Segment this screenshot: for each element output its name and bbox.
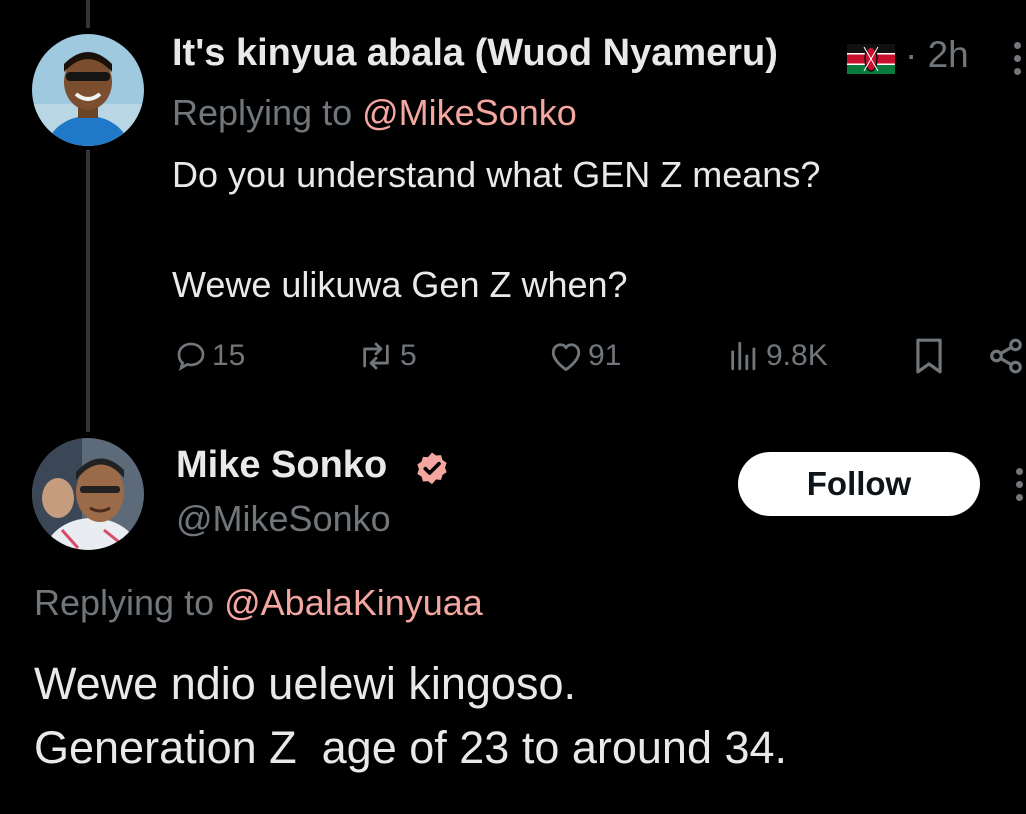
- share-button[interactable]: [986, 336, 1026, 376]
- repost-icon: [363, 342, 389, 370]
- thread-line-top: [86, 0, 90, 28]
- mention-link[interactable]: @AbalaKinyuaa: [224, 582, 483, 623]
- like-count: 91: [588, 339, 622, 372]
- avatar[interactable]: [32, 438, 144, 550]
- reply-button[interactable]: 15: [174, 336, 245, 376]
- more-options-icon[interactable]: [1014, 42, 1024, 78]
- author-handle[interactable]: @MikeSonko: [176, 498, 391, 540]
- repost-button[interactable]: 5: [356, 336, 417, 376]
- more-options-icon[interactable]: [1016, 468, 1023, 507]
- reply-icon: [177, 342, 205, 371]
- replying-prefix: Replying to: [172, 92, 363, 133]
- verified-badge-icon: [412, 450, 452, 490]
- replying-to-line: Replying to @AbalaKinyuaa: [34, 582, 483, 624]
- bookmark-button[interactable]: [912, 336, 946, 376]
- views-icon: [731, 341, 756, 371]
- reply-count: 15: [212, 339, 246, 372]
- follow-button[interactable]: Follow: [738, 452, 980, 516]
- share-icon: [990, 338, 1022, 374]
- heart-icon: [551, 343, 581, 371]
- view-count: 9.8K: [766, 339, 828, 372]
- tweet-text-line2: Wewe ulikuwa Gen Z when?: [172, 264, 628, 305]
- mention-link[interactable]: @MikeSonko: [362, 92, 577, 133]
- repost-count: 5: [400, 339, 417, 372]
- replying-to-line: Replying to @MikeSonko: [172, 92, 577, 134]
- bookmark-icon: [916, 338, 942, 374]
- replying-prefix: Replying to: [34, 582, 225, 623]
- author-name[interactable]: Mike Sonko: [176, 444, 387, 487]
- avatar[interactable]: [32, 34, 144, 146]
- tweet-text-line1: Wewe ndio uelewi kingoso.: [34, 658, 576, 709]
- like-button[interactable]: 91: [548, 336, 621, 376]
- tweet-text-line2: Generation Z age of 23 to around 34.: [34, 722, 788, 773]
- tweet-text-line1: Do you understand what GEN Z means?: [172, 154, 821, 195]
- author-name[interactable]: It's kinyua abala (Wuod Nyameru): [172, 32, 778, 75]
- views-button[interactable]: 9.8K: [726, 336, 828, 376]
- tweet-time[interactable]: · 2h: [905, 34, 969, 76]
- kenya-flag-icon: [847, 44, 895, 74]
- thread-line: [86, 150, 90, 432]
